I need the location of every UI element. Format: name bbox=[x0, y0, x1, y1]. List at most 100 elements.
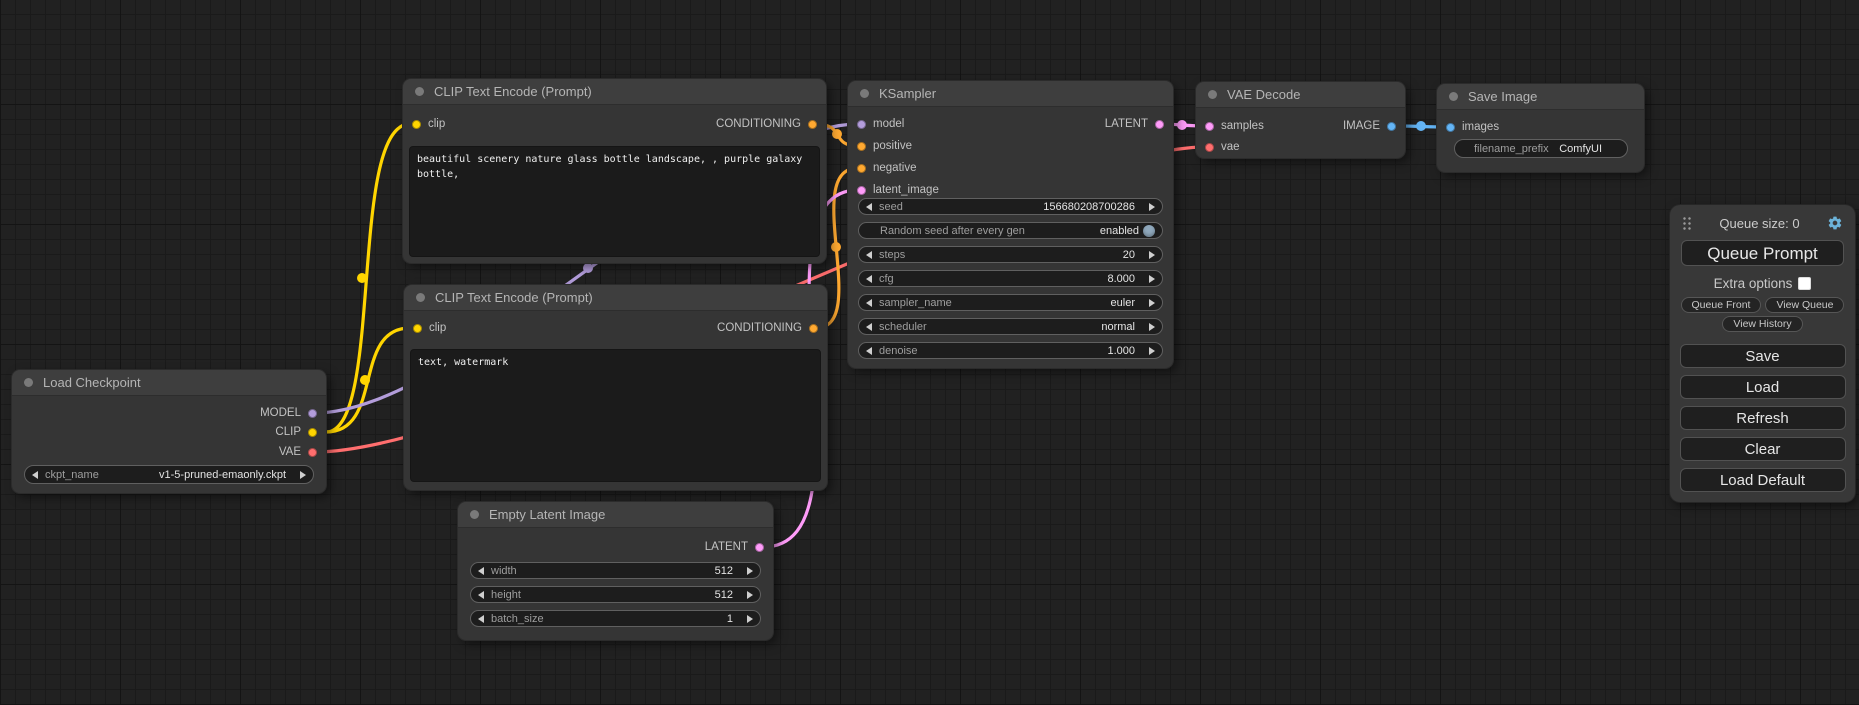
collapse-dot-icon[interactable] bbox=[860, 89, 869, 98]
model-output-dot[interactable] bbox=[308, 409, 317, 418]
node-empty-latent-image[interactable]: Empty Latent Image LATENT width 512 heig… bbox=[458, 502, 773, 640]
node-clip-text-encode-positive[interactable]: CLIP Text Encode (Prompt) clip CONDITION… bbox=[403, 79, 826, 263]
increment-arrow-icon[interactable] bbox=[1149, 203, 1155, 211]
collapse-dot-icon[interactable] bbox=[1208, 90, 1217, 99]
denoise-widget[interactable]: denoise 1.000 bbox=[858, 342, 1163, 359]
conditioning-output-dot[interactable] bbox=[809, 324, 818, 333]
wire-midpoint-dot[interactable] bbox=[831, 242, 841, 252]
negative-prompt-textarea[interactable]: text, watermark bbox=[410, 349, 821, 482]
positive-input-dot[interactable] bbox=[857, 142, 866, 151]
load-default-button[interactable]: Load Default bbox=[1680, 468, 1846, 492]
node-title-bar[interactable]: Save Image bbox=[1437, 84, 1644, 110]
wire-midpoint-dot[interactable] bbox=[360, 375, 370, 385]
node-load-checkpoint[interactable]: Load Checkpoint MODEL CLIP VAE ckpt_name… bbox=[12, 370, 326, 493]
ckpt-name-widget[interactable]: ckpt_name v1-5-pruned-emaonly.ckpt bbox=[24, 465, 314, 484]
increment-arrow-icon[interactable] bbox=[1149, 299, 1155, 307]
input-label-positive: positive bbox=[873, 140, 912, 152]
wire-midpoint-dot[interactable] bbox=[1416, 121, 1426, 131]
image-output-dot[interactable] bbox=[1387, 122, 1396, 131]
drag-handle-icon[interactable] bbox=[1682, 216, 1692, 231]
node-title: VAE Decode bbox=[1227, 87, 1300, 102]
node-ksampler[interactable]: KSampler model positive negative latent_… bbox=[848, 81, 1173, 368]
view-history-button[interactable]: View History bbox=[1722, 316, 1802, 332]
output-label-latent: LATENT bbox=[705, 541, 748, 553]
wire-midpoint-dot[interactable] bbox=[1177, 120, 1187, 130]
latent-image-input-dot[interactable] bbox=[857, 186, 866, 195]
increment-arrow-icon[interactable] bbox=[300, 471, 306, 479]
decrement-arrow-icon[interactable] bbox=[866, 347, 872, 355]
conditioning-output-dot[interactable] bbox=[808, 120, 817, 129]
view-queue-button[interactable]: View Queue bbox=[1765, 297, 1844, 313]
node-title-bar[interactable]: CLIP Text Encode (Prompt) bbox=[403, 79, 826, 105]
scheduler-widget[interactable]: scheduler normal bbox=[858, 318, 1163, 335]
increment-arrow-icon[interactable] bbox=[1149, 347, 1155, 355]
sampler-name-widget[interactable]: sampler_name euler bbox=[858, 294, 1163, 311]
increment-arrow-icon[interactable] bbox=[747, 567, 753, 575]
collapse-dot-icon[interactable] bbox=[24, 378, 33, 387]
collapse-dot-icon[interactable] bbox=[415, 87, 424, 96]
decrement-arrow-icon[interactable] bbox=[478, 567, 484, 575]
node-title-bar[interactable]: CLIP Text Encode (Prompt) bbox=[404, 285, 827, 311]
toggle-icon[interactable] bbox=[1143, 225, 1155, 237]
model-input-dot[interactable] bbox=[857, 120, 866, 129]
clip-input-dot[interactable] bbox=[413, 324, 422, 333]
negative-input-dot[interactable] bbox=[857, 164, 866, 173]
increment-arrow-icon[interactable] bbox=[747, 591, 753, 599]
filename-prefix-widget[interactable]: filename_prefix ComfyUI bbox=[1454, 139, 1628, 158]
load-button[interactable]: Load bbox=[1680, 375, 1846, 399]
settings-gear-icon[interactable] bbox=[1827, 215, 1843, 231]
increment-arrow-icon[interactable] bbox=[747, 615, 753, 623]
queue-prompt-button[interactable]: Queue Prompt bbox=[1681, 240, 1844, 266]
collapse-dot-icon[interactable] bbox=[416, 293, 425, 302]
decrement-arrow-icon[interactable] bbox=[478, 615, 484, 623]
vae-output-dot[interactable] bbox=[308, 448, 317, 457]
batch-size-widget[interactable]: batch_size 1 bbox=[470, 610, 761, 627]
clip-input-dot[interactable] bbox=[412, 120, 421, 129]
output-label-conditioning: CONDITIONING bbox=[716, 118, 801, 130]
decrement-arrow-icon[interactable] bbox=[478, 591, 484, 599]
wire-midpoint-dot[interactable] bbox=[583, 263, 593, 273]
decrement-arrow-icon[interactable] bbox=[866, 275, 872, 283]
vae-input-dot[interactable] bbox=[1205, 143, 1214, 152]
latent-output-dot[interactable] bbox=[1155, 120, 1164, 129]
wire-midpoint-dot[interactable] bbox=[357, 273, 367, 283]
node-title-bar[interactable]: VAE Decode bbox=[1196, 82, 1405, 108]
queue-front-button[interactable]: Queue Front bbox=[1681, 297, 1762, 313]
samples-input-dot[interactable] bbox=[1205, 122, 1214, 131]
collapse-dot-icon[interactable] bbox=[470, 510, 479, 519]
decrement-arrow-icon[interactable] bbox=[866, 203, 872, 211]
decrement-arrow-icon[interactable] bbox=[866, 323, 872, 331]
extra-options-checkbox[interactable] bbox=[1798, 277, 1811, 290]
wire-midpoint-dot[interactable] bbox=[832, 129, 842, 139]
cfg-widget[interactable]: cfg 8.000 bbox=[858, 270, 1163, 287]
positive-prompt-textarea[interactable]: beautiful scenery nature glass bottle la… bbox=[409, 146, 820, 257]
decrement-arrow-icon[interactable] bbox=[866, 251, 872, 259]
node-title-bar[interactable]: Load Checkpoint bbox=[12, 370, 326, 396]
steps-widget[interactable]: steps 20 bbox=[858, 246, 1163, 263]
decrement-arrow-icon[interactable] bbox=[866, 299, 872, 307]
increment-arrow-icon[interactable] bbox=[1149, 275, 1155, 283]
input-label-vae: vae bbox=[1221, 141, 1240, 153]
output-label-vae: VAE bbox=[279, 446, 301, 458]
decrement-arrow-icon[interactable] bbox=[32, 471, 38, 479]
save-button[interactable]: Save bbox=[1680, 344, 1846, 368]
latent-output-dot[interactable] bbox=[755, 543, 764, 552]
node-save-image[interactable]: Save Image images filename_prefix ComfyU… bbox=[1437, 84, 1644, 172]
images-input-dot[interactable] bbox=[1446, 123, 1455, 132]
node-clip-text-encode-negative[interactable]: CLIP Text Encode (Prompt) clip CONDITION… bbox=[404, 285, 827, 490]
random-seed-toggle-widget[interactable]: Random seed after every gen enabled bbox=[858, 222, 1163, 239]
node-title-bar[interactable]: KSampler bbox=[848, 81, 1173, 107]
increment-arrow-icon[interactable] bbox=[1149, 251, 1155, 259]
height-widget[interactable]: height 512 bbox=[470, 586, 761, 603]
width-widget[interactable]: width 512 bbox=[470, 562, 761, 579]
clip-output-dot[interactable] bbox=[308, 428, 317, 437]
clear-button[interactable]: Clear bbox=[1680, 437, 1846, 461]
node-title-bar[interactable]: Empty Latent Image bbox=[458, 502, 773, 528]
graph-canvas[interactable]: Load Checkpoint MODEL CLIP VAE ckpt_name… bbox=[0, 0, 1859, 705]
collapse-dot-icon[interactable] bbox=[1449, 92, 1458, 101]
node-vae-decode[interactable]: VAE Decode samples vae IMAGE bbox=[1196, 82, 1405, 158]
seed-widget[interactable]: seed 156680208700286 bbox=[858, 198, 1163, 215]
increment-arrow-icon[interactable] bbox=[1149, 323, 1155, 331]
refresh-button[interactable]: Refresh bbox=[1680, 406, 1846, 430]
output-label-image: IMAGE bbox=[1343, 120, 1380, 132]
